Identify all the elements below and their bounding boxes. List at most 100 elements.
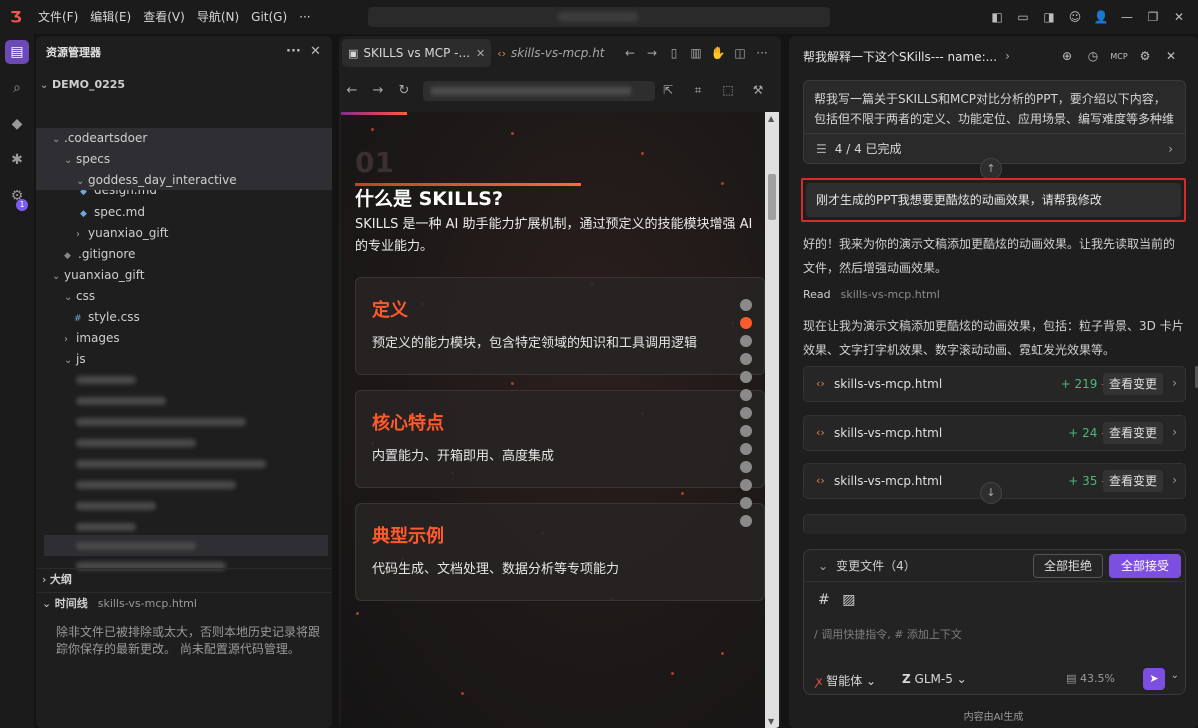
inspect-icon[interactable]: ⌗ [683, 83, 713, 98]
image-icon[interactable]: ▨ [842, 592, 855, 608]
pager-dot[interactable] [740, 497, 752, 509]
chevron-right-icon[interactable]: › [1005, 49, 1010, 63]
view-changes-button[interactable]: 查看变更 [1102, 373, 1163, 395]
timeline-section[interactable]: ⌄ 时间线 skills-vs-mcp.html [36, 592, 332, 614]
arrow-right-icon[interactable]: → [641, 46, 663, 60]
model-selector[interactable]: Z GLM-5 ⌄ [902, 672, 967, 686]
tree-item-goddess-day[interactable]: ⌄ goddess_day_interactive [36, 170, 332, 190]
close-tab-icon[interactable]: ✕ [476, 47, 485, 60]
menu-git[interactable]: Git(G) [245, 0, 293, 34]
scroll-up-button[interactable]: ↑ [980, 158, 1002, 180]
menu-file[interactable]: 文件(F) [32, 0, 84, 34]
pager-dot[interactable] [740, 335, 752, 347]
hash-icon[interactable]: # [818, 592, 830, 608]
read-file[interactable]: skills-vs-mcp.html [841, 288, 940, 301]
tree-item-css[interactable]: ⌄ css [36, 286, 332, 307]
tree-item-gitignore[interactable]: ◆ .gitignore [36, 244, 332, 265]
pager-dot[interactable] [740, 425, 752, 437]
close-icon[interactable]: ✕ [310, 44, 321, 59]
url-bar[interactable] [423, 81, 655, 101]
history-icon[interactable]: ◷ [1080, 49, 1106, 63]
command-search[interactable] [368, 7, 830, 27]
card-desc: 内置能力、开箱即用、高度集成 [372, 449, 555, 464]
menu-view[interactable]: 查看(V) [137, 0, 191, 34]
tree-item-spec[interactable]: ◆ spec.md [36, 202, 332, 223]
tab-preview[interactable]: ▣ SKILLS vs MCP -... ✕ [342, 39, 492, 67]
reject-all-button[interactable]: 全部拒绝 [1032, 554, 1103, 578]
agent-selector[interactable]: ꭗ 智能体 ⌄ [816, 672, 876, 689]
tree-item-codeartsdoer[interactable]: ⌄ .codeartsdoer [36, 128, 332, 149]
menu-more[interactable]: ··· [293, 0, 316, 34]
editor-tabs: ▣ SKILLS vs MCP -... ✕ ‹› skills-vs-mcp.ht … [339, 36, 781, 70]
account-icon[interactable]: 👤 [1088, 10, 1114, 24]
close-window-icon[interactable]: ✕ [1166, 10, 1192, 24]
minimize-icon[interactable]: — [1114, 10, 1140, 24]
settings-icon[interactable]: ⚙ [1132, 49, 1158, 63]
view-changes-button[interactable]: 查看变更 [1102, 470, 1163, 492]
chevron-down-icon[interactable]: ⌄ [1171, 670, 1179, 681]
tree-item-images[interactable]: › images [36, 328, 332, 349]
debug-activity[interactable]: ✱ [0, 142, 34, 178]
book-icon[interactable]: ▥ [685, 46, 707, 60]
extensions-activity[interactable]: ⚙ 1 [0, 178, 34, 214]
more-icon[interactable]: ··· [751, 46, 773, 60]
project-root[interactable]: ⌄ DEMO_0225 [36, 74, 332, 95]
toggle-panel-icon[interactable]: ▭ [1010, 10, 1036, 24]
source-control-activity[interactable]: ◆ [0, 106, 34, 142]
tree-item-yuanxiao-gift[interactable]: ⌄ yuanxiao_gift [36, 265, 332, 286]
pager-dot[interactable] [740, 479, 752, 491]
tab-html-file[interactable]: ‹› skills-vs-mcp.ht [491, 39, 610, 67]
pager-dot[interactable] [740, 443, 752, 455]
scroll-thumb[interactable] [768, 174, 776, 220]
feedback-icon[interactable]: ☺ [1062, 10, 1088, 24]
hand-icon[interactable]: ✋ [707, 46, 729, 60]
chat-title[interactable]: 帮我解释一下这个SKills--- name:... [803, 48, 997, 65]
pager-dot[interactable] [740, 299, 752, 311]
file-change-2[interactable]: ‹› skills-vs-mcp.html + 24 - 4 查看变更 › [803, 415, 1186, 451]
accept-all-button[interactable]: 全部接受 [1108, 554, 1181, 578]
arrow-left-icon[interactable]: ← [619, 46, 641, 60]
back-icon[interactable]: ← [339, 83, 365, 98]
pager-dot[interactable] [740, 371, 752, 383]
split-editor-icon[interactable]: ◫ [729, 46, 751, 60]
send-button[interactable]: ➤ [1143, 668, 1165, 690]
toggle-sidebar-icon[interactable]: ◧ [984, 10, 1010, 24]
document-icon[interactable]: ▯ [663, 46, 685, 60]
close-icon[interactable]: ✕ [1158, 49, 1184, 63]
more-icon[interactable]: ··· [286, 44, 301, 59]
pager-dot[interactable] [740, 461, 752, 473]
view-changes-button[interactable]: 查看变更 [1102, 422, 1163, 444]
changed-files-label[interactable]: 变更文件（4） [836, 557, 916, 574]
scroll-down-icon[interactable]: ▼ [768, 717, 774, 726]
file-change-1[interactable]: ‹› skills-vs-mcp.html + 219 - 9 查看变更 › [803, 366, 1186, 402]
pager-dot[interactable] [740, 353, 752, 365]
tree-item-specs[interactable]: ⌄ specs [36, 149, 332, 170]
menu-navigate[interactable]: 导航(N) [191, 0, 245, 34]
toggle-secondary-icon[interactable]: ◨ [1036, 10, 1062, 24]
tools-icon[interactable]: ⚒ [743, 83, 773, 97]
forward-icon[interactable]: → [365, 83, 391, 98]
maximize-icon[interactable]: ❐ [1140, 10, 1166, 24]
pager-dot[interactable] [740, 407, 752, 419]
mcp-icon[interactable]: MCP [1106, 52, 1132, 61]
menu-edit[interactable]: 编辑(E) [84, 0, 137, 34]
scroll-up-icon[interactable]: ▲ [768, 114, 774, 123]
pager-dot-active[interactable] [740, 317, 752, 329]
chat-header: 帮我解释一下这个SKills--- name:... › ⊕ ◷ MCP ⚙ ✕ [789, 36, 1198, 76]
chat-input[interactable]: / 调用快捷指令, # 添加上下文 [814, 626, 962, 642]
pager-dot[interactable] [740, 389, 752, 401]
tree-item-yuanxiao-gift-spec[interactable]: › yuanxiao_gift [36, 223, 332, 244]
select-element-icon[interactable]: ⬚ [713, 83, 743, 97]
chevron-down-icon[interactable]: ⌄ [818, 559, 828, 573]
pager-dot[interactable] [740, 515, 752, 527]
outline-section[interactable]: › 大纲 [36, 568, 332, 590]
tree-item-js[interactable]: ⌄ js [36, 349, 332, 370]
reload-icon[interactable]: ↻ [391, 83, 417, 98]
new-chat-icon[interactable]: ⊕ [1054, 49, 1080, 63]
scroll-down-button[interactable]: ↓ [980, 482, 1002, 504]
search-activity[interactable]: ⌕ [0, 70, 34, 106]
tree-item-style-css[interactable]: # style.css [36, 307, 332, 328]
explorer-activity[interactable]: ▤ [0, 34, 34, 70]
open-external-icon[interactable]: ⇱ [653, 83, 683, 97]
preview-scrollbar[interactable]: ▲ ▼ [765, 112, 779, 728]
